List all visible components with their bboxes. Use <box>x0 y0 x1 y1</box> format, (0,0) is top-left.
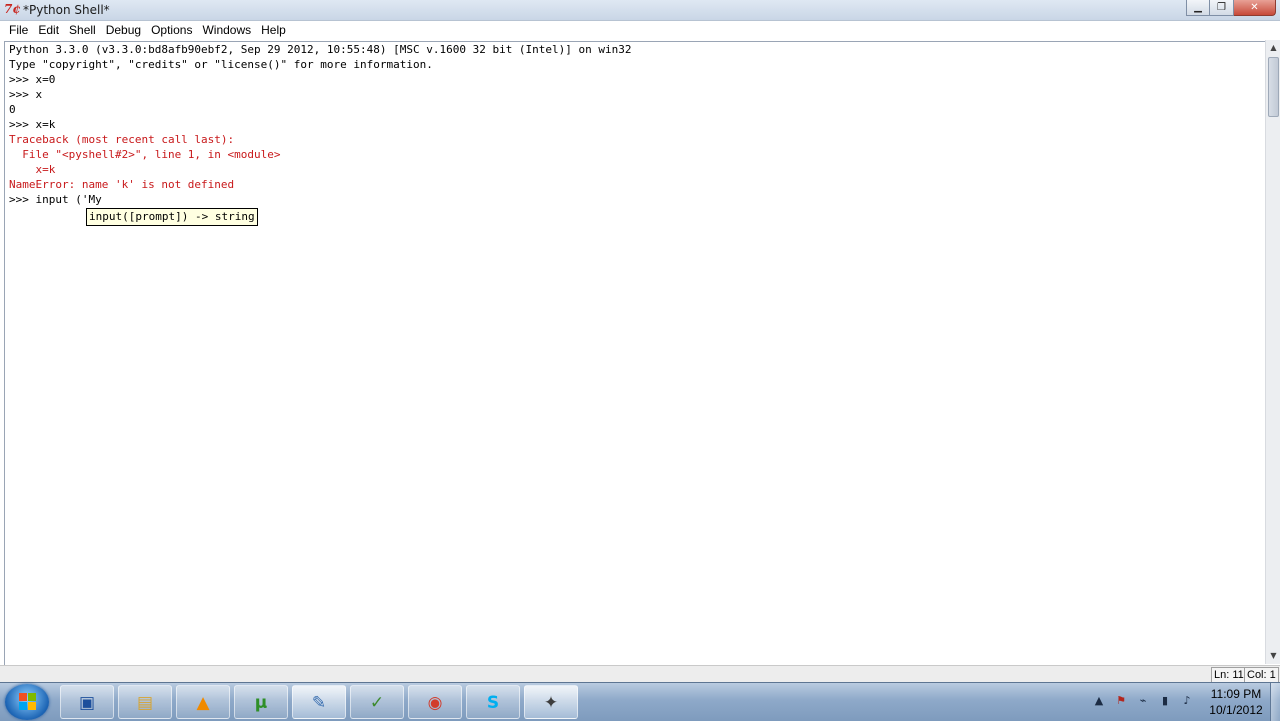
taskbar-button-explorer[interactable]: ▤ <box>118 685 172 719</box>
taskbar-button-python-file[interactable]: ✎ <box>292 685 346 719</box>
title-bar[interactable]: 7¢ *Python Shell* ▁ ❐ ✕ <box>0 0 1280 21</box>
taskbar-button-vlc[interactable]: ▲ <box>176 685 230 719</box>
taskbar-button-python-idle[interactable]: ✦ <box>524 685 578 719</box>
show-desktop-button[interactable] <box>1270 683 1280 721</box>
window-controls: ▁ ❐ ✕ <box>1186 0 1276 17</box>
shell-line: 0 <box>9 103 16 116</box>
shell-line: >>> x=0 <box>9 73 56 86</box>
explorer-folder-icon: ▤ <box>136 693 154 713</box>
taskbar-button-utorrent[interactable]: µ <box>234 685 288 719</box>
taskbar-button-chart-app[interactable]: ✓ <box>350 685 404 719</box>
taskbar-button-chrome[interactable]: ◉ <box>408 685 462 719</box>
window-title: *Python Shell* <box>23 3 110 17</box>
clock-date[interactable]: 10/1/2012 <box>1206 703 1266 717</box>
shell-line: Python 3.3.0 (v3.3.0:bd8afb90ebf2, Sep 2… <box>9 43 632 56</box>
taskbar-button-skype[interactable]: S <box>466 685 520 719</box>
python-file-icon: ✎ <box>311 693 327 713</box>
menu-file[interactable]: File <box>0 21 33 40</box>
status-bar: Ln: 11 Col: 1 <box>0 665 1280 683</box>
menu-edit[interactable]: Edit <box>33 21 64 40</box>
action-center-flag-icon[interactable]: ⚑ <box>1114 694 1128 708</box>
network-signal-icon[interactable]: ▮ <box>1158 694 1172 708</box>
show-hidden-icons-icon[interactable]: ▲ <box>1092 694 1106 708</box>
vlc-icon: ▲ <box>196 693 210 713</box>
shell-line: >>> x=k <box>9 118 56 131</box>
traceback-line: x=k <box>9 163 56 176</box>
current-input-line[interactable]: >>> input ('My <box>9 192 102 207</box>
python-shell-window: 7¢ *Python Shell* ▁ ❐ ✕ File Edit Shell … <box>0 0 1280 683</box>
volume-icon[interactable]: ♪ <box>1180 694 1194 708</box>
python-idle-icon: ✦ <box>543 693 559 713</box>
line-number-status: Ln: 11 <box>1211 667 1247 683</box>
calltip-tooltip: input([prompt]) -> string <box>86 208 258 226</box>
menu-shell[interactable]: Shell <box>64 21 101 40</box>
menu-debug[interactable]: Debug <box>101 21 146 40</box>
menu-bar: File Edit Shell Debug Options Windows He… <box>0 21 1280 40</box>
utorrent-icon: µ <box>254 693 268 713</box>
menu-windows[interactable]: Windows <box>197 21 256 40</box>
maximize-button[interactable]: ❐ <box>1210 0 1234 16</box>
skype-icon: S <box>486 693 500 713</box>
menu-help[interactable]: Help <box>256 21 291 40</box>
shell-line: Type "copyright", "credits" or "license(… <box>9 58 433 71</box>
minimize-button[interactable]: ▁ <box>1186 0 1210 16</box>
shell-line: >>> x <box>9 88 43 101</box>
shell-text-area[interactable]: Python 3.3.0 (v3.3.0:bd8afb90ebf2, Sep 2… <box>4 41 1265 665</box>
error-line: NameError: name 'k' is not defined <box>9 178 235 191</box>
vertical-scrollbar[interactable]: ▲ ▼ <box>1265 40 1280 664</box>
column-number-status: Col: 1 <box>1244 667 1279 683</box>
taskbar: ▣ ▤ ▲ µ ✎ ✓ ◉ S ✦ ▲ ⚑ ⌁ ▮ ♪ 11:09 PM 10/… <box>0 682 1280 721</box>
usb-device-icon[interactable]: ⌁ <box>1136 694 1150 708</box>
system-tray: ▲ ⚑ ⌁ ▮ ♪ 11:09 PM 10/1/2012 <box>1088 683 1280 721</box>
windows-logo-icon <box>19 693 36 710</box>
scroll-down-icon[interactable]: ▼ <box>1266 648 1280 664</box>
clock-time[interactable]: 11:09 PM <box>1206 687 1266 701</box>
menu-options[interactable]: Options <box>146 21 197 40</box>
traceback-line: Traceback (most recent call last): <box>9 133 235 146</box>
traceback-line: File "<pyshell#2>", line 1, in <module> <box>9 148 281 161</box>
close-button[interactable]: ✕ <box>1234 0 1276 16</box>
start-button[interactable] <box>5 684 49 720</box>
chrome-icon: ◉ <box>427 693 443 713</box>
remote-desktop-icon: ▣ <box>78 693 96 713</box>
chart-app-icon: ✓ <box>369 693 385 713</box>
scroll-up-icon[interactable]: ▲ <box>1266 40 1280 56</box>
python-idle-icon: 7¢ <box>4 2 21 16</box>
taskbar-button-remote-desktop[interactable]: ▣ <box>60 685 114 719</box>
scroll-thumb[interactable] <box>1268 57 1279 117</box>
